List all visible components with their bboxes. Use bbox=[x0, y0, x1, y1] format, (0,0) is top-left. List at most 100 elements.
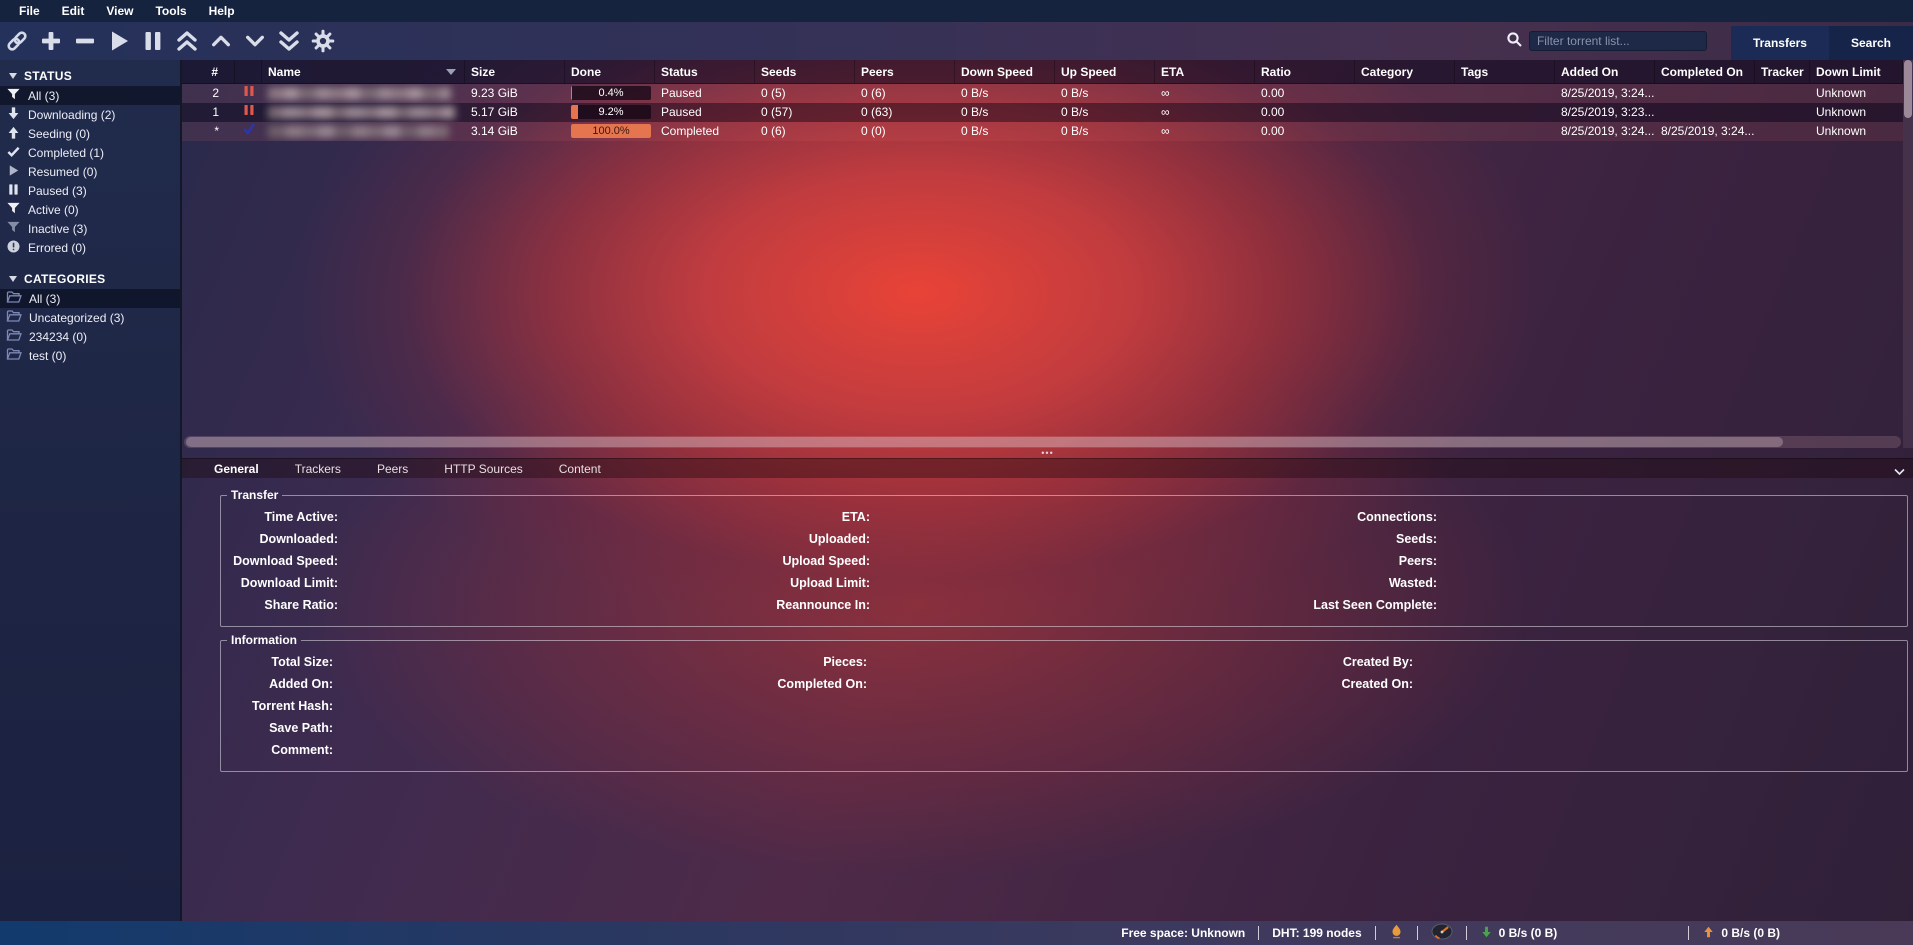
sidebar-item-downloading[interactable]: Downloading (2) bbox=[0, 105, 180, 124]
resize-dots-icon: ••• bbox=[1041, 450, 1053, 456]
sidebar-item-resumed[interactable]: Resumed (0) bbox=[0, 162, 180, 181]
label-eta: ETA: bbox=[750, 506, 870, 528]
tab-transfers[interactable]: Transfers bbox=[1731, 26, 1829, 60]
label-time-active: Time Active: bbox=[221, 506, 338, 528]
sidebar-item-completed[interactable]: Completed (1) bbox=[0, 143, 180, 162]
label-downloaded: Downloaded: bbox=[221, 528, 338, 550]
value-share-ratio bbox=[338, 594, 750, 616]
value-download-speed bbox=[338, 550, 750, 572]
statusbar: Free space: Unknown DHT: 199 nodes 0 B/s… bbox=[0, 921, 1913, 945]
sidebar-item-active[interactable]: Active (0) bbox=[0, 200, 180, 219]
search-icon bbox=[1506, 31, 1523, 51]
increase-priority-button[interactable] bbox=[204, 26, 238, 56]
label-download-limit: Download Limit: bbox=[221, 572, 338, 594]
column-header-added-on[interactable]: Added On bbox=[1555, 60, 1655, 83]
sidebar-category-test[interactable]: test (0) bbox=[0, 346, 180, 365]
funnel-dim-icon bbox=[6, 220, 21, 238]
value-download-limit bbox=[338, 572, 750, 594]
column-header-tracker[interactable]: Tracker bbox=[1755, 60, 1810, 83]
upload-speed-status[interactable]: 0 B/s (0 B) bbox=[1689, 921, 1793, 945]
status-section-header[interactable]: STATUS bbox=[0, 66, 180, 86]
sidebar-category-uncategorized[interactable]: Uncategorized (3) bbox=[0, 308, 180, 327]
horizontal-scrollbar-thumb[interactable] bbox=[186, 437, 1783, 447]
top-priority-button[interactable] bbox=[170, 26, 204, 56]
menu-tools[interactable]: Tools bbox=[144, 4, 197, 18]
label-created-by: Created By: bbox=[1267, 651, 1413, 673]
sidebar-item-seeding[interactable]: Seeding (0) bbox=[0, 124, 180, 143]
panel-resize-handle[interactable]: ••• bbox=[182, 448, 1913, 458]
gear-icon bbox=[310, 28, 336, 54]
horizontal-scrollbar[interactable] bbox=[184, 436, 1901, 448]
column-header-done[interactable]: Done bbox=[565, 60, 655, 83]
vertical-scrollbar-thumb[interactable] bbox=[1904, 60, 1912, 118]
redacted-torrent-name bbox=[268, 125, 449, 138]
column-header-number[interactable]: # bbox=[182, 60, 235, 83]
column-header-peers[interactable]: Peers bbox=[855, 60, 955, 83]
resume-button[interactable] bbox=[102, 26, 136, 56]
sidebar-item-errored[interactable]: Errored (0) bbox=[0, 238, 180, 257]
delete-torrent-button[interactable] bbox=[68, 26, 102, 56]
sidebar-category-all[interactable]: All (3) bbox=[0, 289, 180, 308]
filter-torrent-input[interactable] bbox=[1529, 31, 1707, 51]
download-speed-status[interactable]: 0 B/s (0 B) bbox=[1467, 921, 1571, 945]
connection-status-button[interactable] bbox=[1376, 921, 1417, 945]
column-header-tags[interactable]: Tags bbox=[1455, 60, 1555, 83]
funnel-icon bbox=[6, 87, 21, 105]
column-header-completed-on[interactable]: Completed On bbox=[1655, 60, 1755, 83]
tab-search[interactable]: Search bbox=[1829, 26, 1913, 60]
column-header-name[interactable]: Name bbox=[262, 60, 465, 83]
decrease-priority-button[interactable] bbox=[238, 26, 272, 56]
bottom-priority-button[interactable] bbox=[272, 26, 306, 56]
torrent-row[interactable]: 1 5.17 GiB 9.2% Paused 0 (57) 0 (63) 0 B… bbox=[182, 103, 1903, 122]
tab-peers[interactable]: Peers bbox=[359, 459, 426, 479]
column-header-category[interactable]: Category bbox=[1355, 60, 1455, 83]
column-header-state[interactable] bbox=[235, 60, 262, 83]
properties-panel: General Trackers Peers HTTP Sources Cont… bbox=[182, 458, 1913, 921]
tab-trackers[interactable]: Trackers bbox=[277, 459, 359, 479]
pause-icon bbox=[6, 182, 21, 200]
options-button[interactable] bbox=[306, 26, 340, 56]
column-header-seeds[interactable]: Seeds bbox=[755, 60, 855, 83]
add-torrent-file-button[interactable] bbox=[34, 26, 68, 56]
label-torrent-hash: Torrent Hash: bbox=[221, 695, 333, 717]
menu-help[interactable]: Help bbox=[198, 4, 246, 18]
column-header-up-speed[interactable]: Up Speed bbox=[1055, 60, 1155, 83]
label-completed-on: Completed On: bbox=[747, 673, 867, 695]
sidebar-category-234234[interactable]: 234234 (0) bbox=[0, 327, 180, 346]
column-header-down-speed[interactable]: Down Speed bbox=[955, 60, 1055, 83]
chevron-up-icon bbox=[210, 30, 232, 52]
main-panel: # Name Size Done Status Seeds Peers Down… bbox=[182, 60, 1913, 921]
pause-button[interactable] bbox=[136, 26, 170, 56]
torrent-row[interactable]: 2 9.23 GiB 0.4% Paused 0 (5) 0 (6) 0 B/s… bbox=[182, 84, 1903, 103]
alt-speed-limits-button[interactable] bbox=[1418, 921, 1466, 945]
torrent-row[interactable]: * 3.14 GiB 100.0% Completed 0 (6) 0 (0) … bbox=[182, 122, 1903, 141]
menu-edit[interactable]: Edit bbox=[51, 4, 96, 18]
categories-section-header[interactable]: CATEGORIES bbox=[0, 269, 180, 289]
column-header-eta[interactable]: ETA bbox=[1155, 60, 1255, 83]
menubar: File Edit View Tools Help bbox=[0, 0, 1913, 22]
vertical-scrollbar[interactable] bbox=[1903, 60, 1913, 448]
tab-general[interactable]: General bbox=[196, 459, 277, 479]
panel-collapse-icon[interactable] bbox=[1894, 465, 1905, 479]
main-tabs: Transfers Search bbox=[1731, 26, 1913, 60]
menu-view[interactable]: View bbox=[95, 4, 144, 18]
menu-file[interactable]: File bbox=[8, 4, 51, 18]
connection-status-icon bbox=[1389, 924, 1404, 942]
sort-descending-icon bbox=[446, 69, 456, 75]
sidebar-item-all[interactable]: All (3) bbox=[0, 86, 180, 105]
qbittorrent-webui: File Edit View Tools Help bbox=[0, 0, 1913, 945]
column-header-status[interactable]: Status bbox=[655, 60, 755, 83]
sidebar-item-paused[interactable]: Paused (3) bbox=[0, 181, 180, 200]
column-header-down-limit[interactable]: Down Limit bbox=[1810, 60, 1903, 83]
folder-icon bbox=[6, 309, 22, 326]
add-torrent-link-button[interactable] bbox=[0, 26, 34, 56]
tab-http-sources[interactable]: HTTP Sources bbox=[426, 459, 540, 479]
value-wasted bbox=[1437, 572, 1897, 594]
tab-content[interactable]: Content bbox=[541, 459, 619, 479]
column-header-ratio[interactable]: Ratio bbox=[1255, 60, 1355, 83]
column-header-size[interactable]: Size bbox=[465, 60, 565, 83]
check-icon bbox=[6, 144, 21, 162]
sidebar-item-inactive[interactable]: Inactive (3) bbox=[0, 219, 180, 238]
value-torrent-hash bbox=[333, 695, 747, 717]
completed-check-icon bbox=[242, 122, 256, 141]
